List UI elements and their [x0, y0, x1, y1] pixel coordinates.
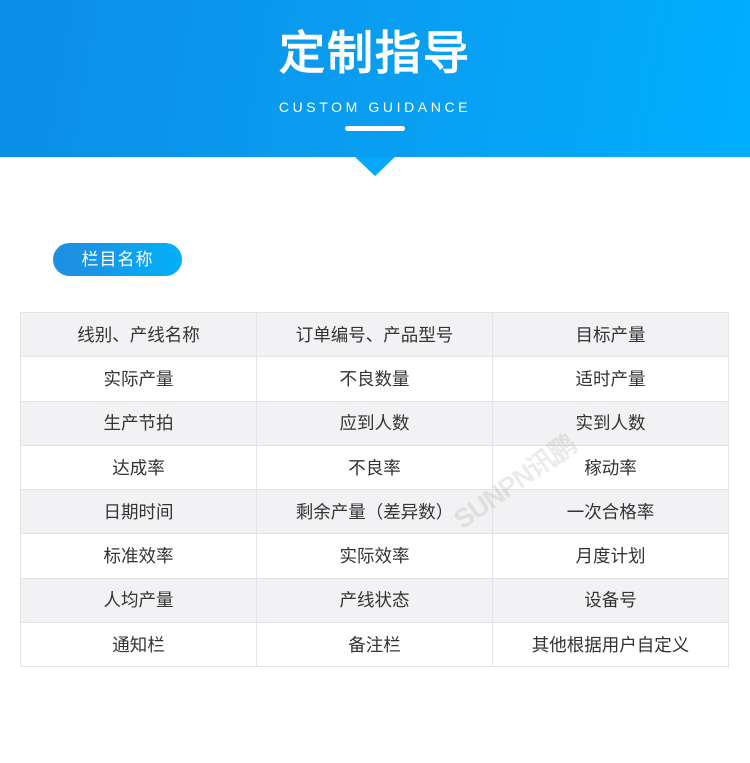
table-cell: 人均产量 — [20, 577, 257, 624]
table-cell: 实际效率 — [256, 533, 493, 579]
table-row: 通知栏 备注栏 其他根据用户自定义 — [20, 622, 729, 668]
table-cell: 一次合格率 — [492, 489, 729, 535]
header-banner: 定制指导 CUSTOM GUIDANCE — [0, 0, 750, 157]
chevron-down-icon — [355, 157, 395, 176]
table-cell: 订单编号、产品型号 — [256, 311, 493, 358]
title-divider-rule — [345, 126, 405, 131]
table-cell: 达成率 — [20, 444, 257, 491]
table-cell: 生产节拍 — [20, 400, 257, 446]
table-row: 日期时间 剩余产量（差异数） 一次合格率 — [20, 489, 729, 535]
table-cell: 实际产量 — [20, 356, 257, 402]
table-cell: 产线状态 — [256, 577, 493, 624]
page-title: 定制指导 — [279, 27, 471, 79]
table-row: 生产节拍 应到人数 实到人数 — [20, 400, 729, 446]
table-body: 线别、产线名称 订单编号、产品型号 目标产量 实际产量 不良数量 适时产量 生产节拍 应到人数… — [20, 311, 729, 668]
table-cell: 标准效率 — [20, 533, 257, 579]
table-cell: 设备号 — [492, 577, 729, 624]
section-badge: 栏目名称 — [53, 243, 182, 276]
table-cell: 目标产量 — [492, 311, 729, 358]
display-fields-table: 线别、产线名称 订单编号、产品型号 目标产量 实际产量 不良数量 适时产量 生产节拍 应到人数… — [20, 311, 729, 668]
table-cell: 其他根据用户自定义 — [492, 622, 729, 668]
table-cell: 剩余产量（差异数） — [256, 489, 493, 535]
table-cell: 不良率 — [256, 444, 493, 491]
table-cell: 通知栏 — [20, 622, 257, 668]
table-row: 标准效率 实际效率 月度计划 — [20, 533, 729, 579]
table-row: 达成率 不良率 稼动率 — [20, 444, 729, 491]
page-subtitle: CUSTOM GUIDANCE — [278, 99, 472, 115]
table-row: 线别、产线名称 订单编号、产品型号 目标产量 — [20, 311, 729, 358]
table-row: 人均产量 产线状态 设备号 — [20, 577, 729, 624]
table-row: 实际产量 不良数量 适时产量 — [20, 356, 729, 402]
table-cell: 应到人数 — [256, 400, 493, 446]
table-cell: 不良数量 — [256, 356, 493, 402]
table-cell: 实到人数 — [492, 400, 729, 446]
table-cell: 线别、产线名称 — [20, 311, 257, 358]
table-cell: 备注栏 — [256, 622, 493, 668]
table-cell: 适时产量 — [492, 356, 729, 402]
table-cell: 日期时间 — [20, 489, 257, 535]
table-cell: 稼动率 — [492, 444, 729, 491]
table-cell: 月度计划 — [492, 533, 729, 579]
